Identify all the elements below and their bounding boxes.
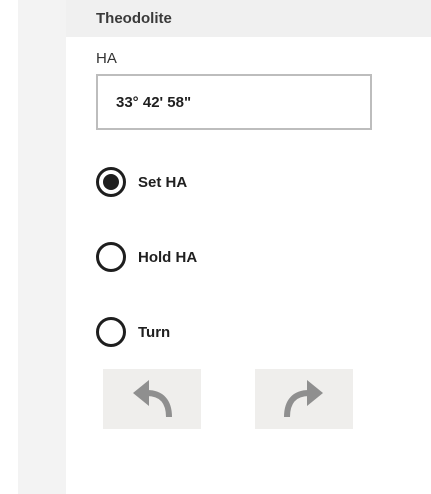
radio-set-ha[interactable]: Set HA bbox=[96, 166, 187, 198]
radio-button[interactable] bbox=[96, 242, 126, 272]
ha-value: 33° 42' 58" bbox=[116, 93, 192, 111]
ha-label: HA bbox=[96, 50, 117, 67]
rotate-left-icon bbox=[133, 380, 172, 418]
ha-input[interactable]: 33° 42' 58" bbox=[96, 74, 372, 130]
panel-content: HA 33° 42' 58" Set HA Hold HA Turn bbox=[66, 37, 431, 494]
left-margin bbox=[0, 0, 18, 494]
radio-hold-ha[interactable]: Hold HA bbox=[96, 241, 197, 273]
radio-button[interactable] bbox=[96, 317, 126, 347]
rotate-right-icon bbox=[284, 380, 323, 418]
radio-button-selected[interactable] bbox=[96, 167, 126, 197]
panel-title: Theodolite bbox=[96, 10, 172, 27]
radio-dot bbox=[103, 174, 119, 190]
rotate-right-button[interactable] bbox=[255, 369, 353, 429]
radio-label-turn: Turn bbox=[138, 323, 171, 341]
panel-header: Theodolite bbox=[66, 0, 431, 37]
radio-turn[interactable]: Turn bbox=[96, 316, 170, 348]
rotate-left-button[interactable] bbox=[103, 369, 201, 429]
radio-label-set-ha: Set HA bbox=[138, 173, 188, 191]
radio-label-hold-ha: Hold HA bbox=[138, 248, 198, 266]
